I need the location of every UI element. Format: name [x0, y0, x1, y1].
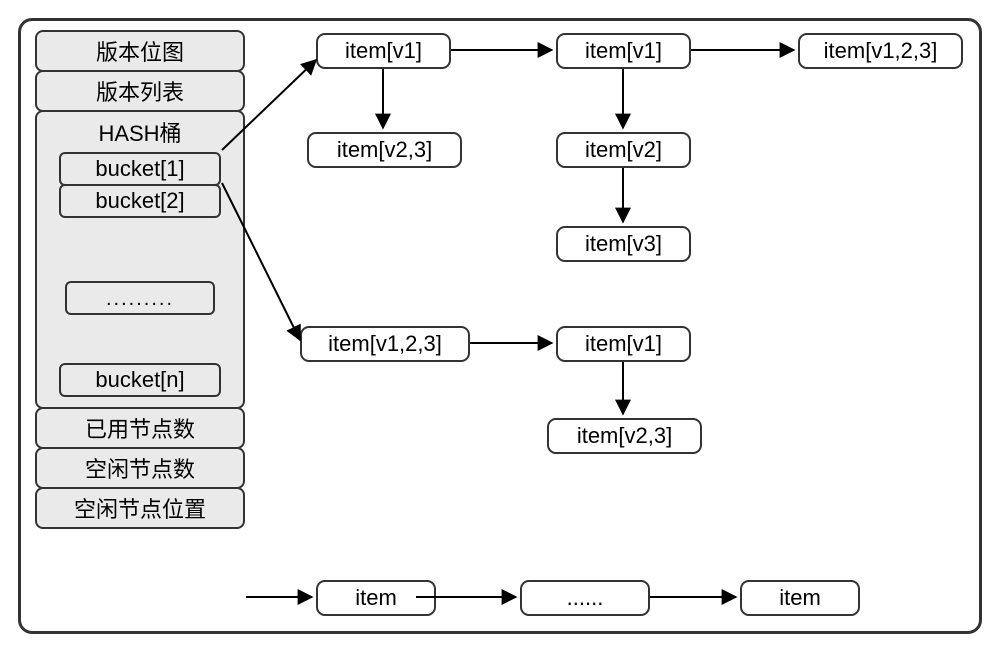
node-r1c3: item[v1,2,3]	[798, 33, 963, 69]
bucket-n: bucket[n]	[59, 363, 221, 397]
node-r4c2: item[v1]	[556, 326, 691, 362]
node-free-dots: ......	[520, 580, 650, 616]
sidebar-hash-bucket-group: HASH桶 bucket[1] bucket[2] ......... buck…	[35, 110, 245, 409]
sidebar-stack: 版本位图 版本列表 HASH桶 bucket[1] bucket[2] ....…	[35, 30, 245, 527]
node-r1c1: item[v1]	[316, 33, 451, 69]
sidebar-version-bitmap: 版本位图	[35, 30, 245, 72]
node-r5c2: item[v2,3]	[547, 418, 702, 454]
sidebar-free-node-count: 空闲节点数	[35, 447, 245, 489]
bucket-1: bucket[1]	[59, 152, 221, 186]
node-free-1: item	[316, 580, 436, 616]
sidebar-free-node-position: 空闲节点位置	[35, 487, 245, 529]
node-r3c2: item[v3]	[556, 226, 691, 262]
node-r1c2: item[v1]	[556, 33, 691, 69]
diagram-canvas: 版本位图 版本列表 HASH桶 bucket[1] bucket[2] ....…	[0, 0, 1000, 651]
sidebar-used-node-count: 已用节点数	[35, 407, 245, 449]
bucket-2: bucket[2]	[59, 184, 221, 218]
node-r2c2: item[v2]	[556, 132, 691, 168]
node-r4c1: item[v1,2,3]	[300, 326, 470, 362]
node-r2c1: item[v2,3]	[307, 132, 462, 168]
node-free-2: item	[740, 580, 860, 616]
sidebar-version-list: 版本列表	[35, 70, 245, 112]
hash-bucket-title: HASH桶	[41, 116, 239, 152]
bucket-ellipsis: .........	[65, 281, 215, 315]
